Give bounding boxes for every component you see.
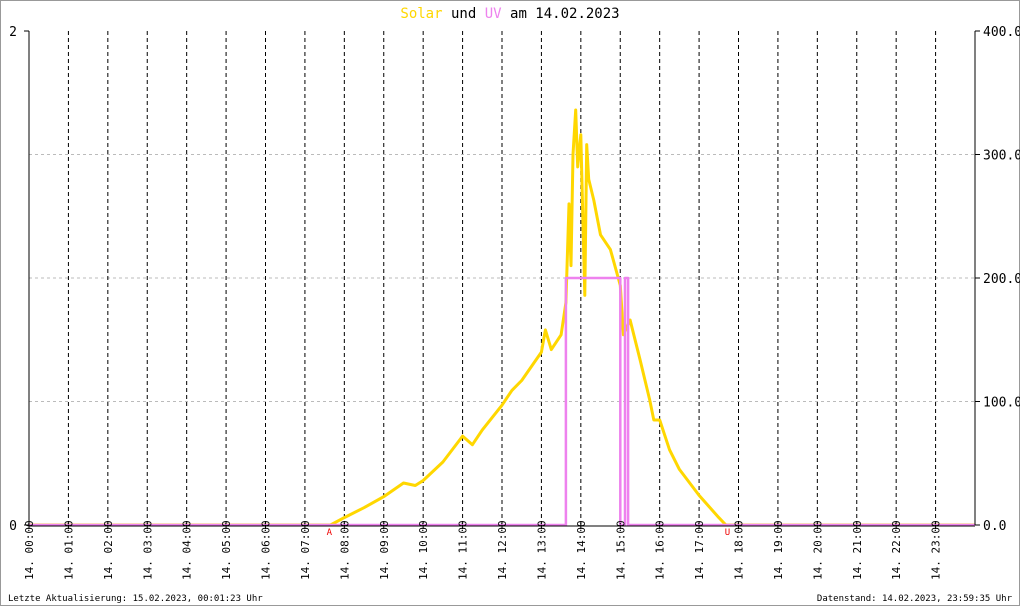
x-tick-label: 14. 17:00 [693,520,706,580]
title-date: am 14.02.2023 [510,6,620,22]
sun-marker-a: A [327,528,333,538]
x-tick-label: 14. 14:00 [575,520,588,580]
x-tick-label: 14. 06:00 [260,520,273,580]
x-tick-label: 14. 05:00 [220,520,233,580]
x-tick-label: 14. 20:00 [811,520,824,580]
x-tick-label: 14. 21:00 [851,520,864,580]
x-tick-label: 14. 03:00 [141,520,154,580]
x-tick-label: 14. 16:00 [654,520,667,580]
right-tick-label: 0.0 [983,519,1006,534]
left-tick-label: 0 [9,519,17,534]
right-tick-label: 200.0 [983,272,1020,287]
x-tick-label: 14. 08:00 [338,520,351,580]
right-tick-label: 100.0 [983,396,1020,411]
solar-uv-chart: Solar und UV am 14.02.2023 0.0 100.0 200.0… [8,6,1020,604]
right-tick-label: 300.0 [983,149,1020,164]
x-tick-label: 14. 09:00 [378,520,391,580]
x-tick-label: 14. 04:00 [181,520,194,580]
right-tick-label: 400.0 [983,25,1020,40]
x-tick-label: 14. 19:00 [772,520,785,580]
title-und: und [451,6,476,22]
x-tick-label: 14. 02:00 [102,520,115,580]
chart-title: Solar und UV am 14.02.2023 [400,6,619,22]
x-tick-label: 14. 11:00 [457,520,470,580]
x-tick-label: 14. 22:00 [890,520,903,580]
title-solar: Solar [400,6,442,22]
title-uv: UV [485,6,502,22]
x-tick-label: 14. 15:00 [614,520,627,580]
x-tick-label: 14. 10:00 [417,520,430,580]
x-tick-label: 14. 01:00 [62,520,75,580]
last-update: Letzte Aktualisierung: 15.02.2023, 00:01… [8,594,263,604]
x-tick-label: 14. 00:00 [23,520,36,580]
x-tick-label: 14. 13:00 [535,520,548,580]
data-state: Datenstand: 14.02.2023, 23:59:35 Uhr [817,594,1013,604]
x-tick-label: 14. 18:00 [733,520,746,580]
x-tick-label: 14. 07:00 [299,520,312,580]
x-tick-label: 14. 12:00 [496,520,509,580]
sun-marker-u: U [725,528,730,538]
x-tick-label: 14. 23:00 [930,520,943,580]
left-tick-label: 2 [9,25,17,40]
